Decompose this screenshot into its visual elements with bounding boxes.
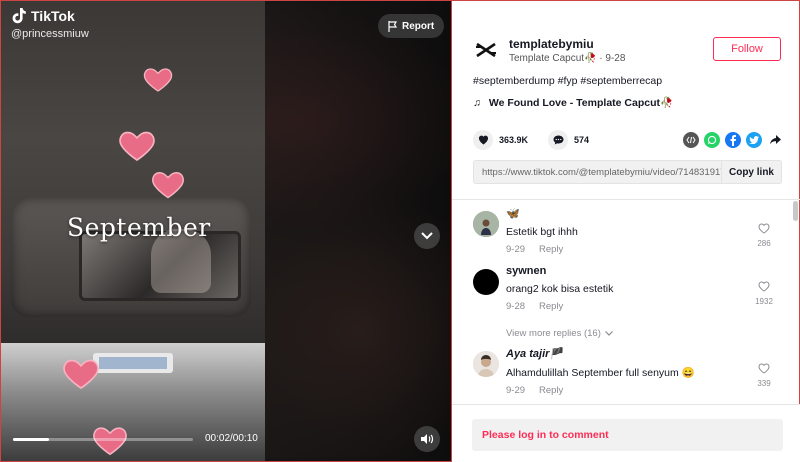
volume-icon <box>421 434 434 444</box>
commenter-name[interactable]: Aya tajir🏴 <box>506 347 736 360</box>
commenter-name[interactable]: sywnen <box>506 265 736 277</box>
comment-like-count: 339 <box>757 379 771 388</box>
music-link[interactable]: ♫ We Found Love - Template Capcut🥀 <box>473 96 674 110</box>
facebook-button[interactable] <box>725 132 741 148</box>
comment-list: 🦋 Estetik bgt ihhh 9-29 Reply 286 sywnen… <box>473 207 791 399</box>
comment-like-button[interactable]: 286 <box>752 223 776 248</box>
video-details-panel: templatebymiu Template Capcut🥀 · 9-28 Fo… <box>452 0 800 462</box>
author-subtitle: Template Capcut🥀 · 9-28 <box>509 53 626 64</box>
report-button[interactable]: Report <box>378 14 445 38</box>
video-progress-fill <box>13 438 49 441</box>
report-label: Report <box>402 20 435 32</box>
login-to-comment-button[interactable]: Please log in to comment <box>472 419 783 451</box>
chevron-down-icon <box>421 232 433 240</box>
comment-login-bar: Please log in to comment <box>452 404 800 462</box>
next-video-button[interactable] <box>414 223 440 249</box>
capcut-icon <box>476 42 496 58</box>
video-progress-bar[interactable] <box>13 438 193 441</box>
comment-button[interactable] <box>548 130 569 150</box>
chevron-down-icon <box>604 331 613 336</box>
video-caption[interactable]: #septemberdump #fyp #septemberrecap <box>473 75 662 87</box>
copy-link-button[interactable]: Copy link <box>721 161 781 183</box>
embed-icon <box>686 136 696 144</box>
heart-outline-icon <box>758 363 770 374</box>
heart-sticker-2 <box>117 125 157 165</box>
author-avatar[interactable] <box>473 37 499 63</box>
video-player[interactable]: September TikTok @princessmiuw Report 00… <box>0 0 452 462</box>
engagement-stats: 363.9K 574 <box>473 130 589 150</box>
dashboard-sign <box>93 353 173 373</box>
video-time: 00:02/00:10 <box>205 433 258 444</box>
like-count: 363.9K <box>499 135 529 145</box>
view-more-label: View more replies (16) <box>506 328 601 339</box>
music-title: We Found Love - Template Capcut🥀 <box>488 97 674 109</box>
comment-date: 9-28 <box>506 301 526 312</box>
video-overlay-text: September <box>67 213 211 242</box>
author-info[interactable]: templatebymiu Template Capcut🥀 · 9-28 <box>473 37 625 64</box>
follow-button[interactable]: Follow <box>713 37 781 61</box>
share-row <box>683 132 783 148</box>
commenter-avatar[interactable] <box>473 211 499 237</box>
comment-text: Estetik bgt ihhh <box>506 226 578 238</box>
like-button[interactable] <box>473 130 493 150</box>
comment-icon <box>553 135 564 145</box>
twitter-icon <box>749 136 759 144</box>
heart-sticker-1 <box>142 63 174 95</box>
author-name[interactable]: templatebymiu <box>509 37 625 51</box>
tiktok-logo[interactable]: TikTok <box>11 7 75 25</box>
share-arrow-icon <box>769 135 781 145</box>
heart-outline-icon <box>758 281 770 292</box>
reply-button[interactable]: Reply <box>539 385 563 396</box>
comment-like-button[interactable]: 1932 <box>752 281 776 306</box>
comments-scrollbar[interactable] <box>793 201 798 221</box>
comment-count: 574 <box>574 135 590 145</box>
view-more-replies[interactable]: View more replies (16) <box>506 328 613 339</box>
section-divider <box>452 199 800 200</box>
twitter-button[interactable] <box>746 132 762 148</box>
comment-like-button[interactable]: 339 <box>752 363 776 388</box>
reply-button[interactable]: Reply <box>539 301 563 312</box>
volume-button[interactable] <box>414 426 440 452</box>
more-share-button[interactable] <box>767 132 783 148</box>
video-frame[interactable]: September <box>1 1 265 461</box>
music-note-icon: ♫ <box>473 96 481 109</box>
embed-button[interactable] <box>683 132 699 148</box>
share-link-box: https://www.tiktok.com/@templatebymiu/vi… <box>473 160 782 184</box>
heart-outline-icon <box>758 223 770 234</box>
comment-text: Alhamdulillah September full senyum 😄 <box>506 367 695 379</box>
comment-text: orang2 kok bisa estetik <box>506 283 614 295</box>
comment-date: 9-29 <box>506 244 526 255</box>
comment-like-count: 286 <box>757 239 771 248</box>
commenter-name[interactable]: 🦋 <box>506 207 736 220</box>
heart-sticker-4 <box>61 353 101 393</box>
commenter-avatar[interactable] <box>473 269 499 295</box>
whatsapp-icon <box>707 135 717 145</box>
tiktok-logo-text: TikTok <box>31 8 75 24</box>
facebook-icon <box>730 134 736 146</box>
comment-like-count: 1932 <box>755 297 773 306</box>
share-link-url[interactable]: https://www.tiktok.com/@templatebymiu/vi… <box>474 167 721 178</box>
whatsapp-button[interactable] <box>704 132 720 148</box>
uploader-handle: @princessmiuw <box>11 28 89 40</box>
tiktok-logo-icon <box>12 8 26 24</box>
heart-sticker-3 <box>150 166 186 202</box>
commenter-avatar[interactable] <box>473 351 499 377</box>
flag-icon <box>388 20 398 32</box>
heart-icon <box>478 135 488 145</box>
comment-date: 9-29 <box>506 385 526 396</box>
reply-button[interactable]: Reply <box>539 244 563 255</box>
